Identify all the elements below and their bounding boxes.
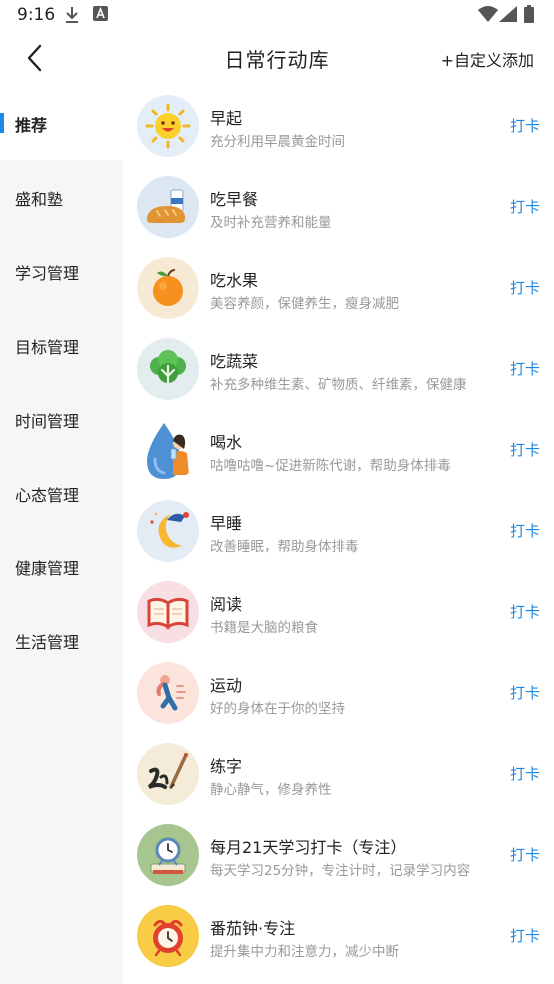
checkin-button[interactable]: 打卡 xyxy=(510,439,540,460)
action-title: 运动 xyxy=(210,676,243,695)
action-title: 每月21天学习打卡（专注） xyxy=(210,838,407,857)
action-desc: 书籍是大脑的粮食 xyxy=(210,620,318,636)
action-desc: 提升集中力和注意力，减少中断 xyxy=(210,944,399,960)
sidebar-item-label: 健康管理 xyxy=(15,559,80,578)
calligraphy-brush-icon xyxy=(137,743,199,805)
study-clock-icon xyxy=(137,824,199,886)
list-item[interactable]: 吃水果 美容养颜，保健养生，瘦身减肥 打卡 xyxy=(123,248,554,329)
wifi-icon xyxy=(478,6,498,26)
checkin-button[interactable]: 打卡 xyxy=(510,925,540,946)
list-item[interactable]: 吃蔬菜 补充多种维生素、矿物质、纤维素，保健康 打卡 xyxy=(123,329,554,410)
checkin-button[interactable]: 打卡 xyxy=(510,763,540,784)
exercise-icon xyxy=(137,662,199,724)
status-bar: 9:16 xyxy=(0,0,554,30)
action-title: 吃水果 xyxy=(210,271,259,290)
sidebar-item-mindset[interactable]: 心态管理 xyxy=(0,456,123,530)
action-desc: 改善睡眠，帮助身体排毒 xyxy=(210,539,359,555)
checkin-button[interactable]: 打卡 xyxy=(510,115,540,136)
orange-icon xyxy=(137,257,199,319)
app-notification-icon xyxy=(93,6,108,25)
checkin-button[interactable]: 打卡 xyxy=(510,520,540,541)
sidebar-item-shenghe[interactable]: 盛和塾 xyxy=(0,160,123,234)
vegetable-icon xyxy=(137,338,199,400)
sidebar-item-label: 时间管理 xyxy=(15,412,80,431)
action-desc: 好的身体在于你的坚持 xyxy=(210,701,345,717)
open-book-icon xyxy=(137,581,199,643)
sidebar-item-label: 生活管理 xyxy=(15,633,80,652)
custom-add-button[interactable]: +自定义添加 xyxy=(441,47,534,71)
action-desc: 美容养颜，保健养生，瘦身减肥 xyxy=(210,296,399,312)
list-item[interactable]: 阅读 书籍是大脑的粮食 打卡 xyxy=(123,572,554,653)
action-desc: 及时补充营养和能量 xyxy=(210,215,332,231)
tomato-clock-icon xyxy=(137,905,199,967)
checkin-button[interactable]: 打卡 xyxy=(510,196,540,217)
list-item[interactable]: 早睡 改善睡眠，帮助身体排毒 打卡 xyxy=(123,491,554,572)
category-sidebar: 推荐 盛和塾 学习管理 目标管理 时间管理 心态管理 健康管理 生活管理 xyxy=(0,86,123,984)
list-item[interactable]: 练字 静心静气，修身养性 打卡 xyxy=(123,734,554,815)
checkin-button[interactable]: 打卡 xyxy=(510,844,540,865)
sidebar-item-label: 目标管理 xyxy=(15,338,80,357)
action-title: 番茄钟·专注 xyxy=(210,919,296,938)
sidebar-item-goal[interactable]: 目标管理 xyxy=(0,308,123,382)
list-item[interactable]: 番茄钟·专注 提升集中力和注意力，减少中断 打卡 xyxy=(123,896,554,977)
sidebar-item-label: 盛和塾 xyxy=(15,190,64,209)
checkin-button[interactable]: 打卡 xyxy=(510,358,540,379)
action-title: 早起 xyxy=(210,109,243,128)
action-desc: 咕噜咕噜~促进新陈代谢，帮助身体排毒 xyxy=(210,458,451,474)
action-desc: 每天学习25分钟，专注计时，记录学习内容 xyxy=(210,863,471,879)
drinking-water-icon xyxy=(137,419,199,481)
action-title: 吃蔬菜 xyxy=(210,352,259,371)
action-desc: 补充多种维生素、矿物质、纤维素，保健康 xyxy=(210,377,467,393)
checkin-button[interactable]: 打卡 xyxy=(510,277,540,298)
action-desc: 静心静气，修身养性 xyxy=(210,782,332,798)
checkin-button[interactable]: 打卡 xyxy=(510,601,540,622)
sun-icon xyxy=(137,95,199,157)
action-desc: 充分利用早晨黄金时间 xyxy=(210,134,345,150)
status-time: 9:16 xyxy=(17,5,56,25)
sidebar-item-label: 学习管理 xyxy=(15,264,80,283)
bread-milk-icon xyxy=(137,176,199,238)
sidebar-item-time[interactable]: 时间管理 xyxy=(0,382,123,456)
sidebar-item-label: 推荐 xyxy=(15,116,48,135)
list-item[interactable]: 早起 充分利用早晨黄金时间 打卡 xyxy=(123,86,554,167)
header: 日常行动库 +自定义添加 xyxy=(0,30,554,86)
action-title: 练字 xyxy=(210,757,243,776)
list-item[interactable]: 喝水 咕噜咕噜~促进新陈代谢，帮助身体排毒 打卡 xyxy=(123,410,554,491)
sidebar-item-health[interactable]: 健康管理 xyxy=(0,529,123,603)
sidebar-item-label: 心态管理 xyxy=(15,486,80,505)
battery-icon xyxy=(524,5,534,27)
moon-sleep-icon xyxy=(137,500,199,562)
sidebar-item-life[interactable]: 生活管理 xyxy=(0,603,123,677)
list-item[interactable]: 运动 好的身体在于你的坚持 打卡 xyxy=(123,653,554,734)
action-title: 喝水 xyxy=(210,433,243,452)
sidebar-item-recommend[interactable]: 推荐 xyxy=(0,86,123,160)
checkin-button[interactable]: 打卡 xyxy=(510,682,540,703)
list-item[interactable]: 吃早餐 及时补充营养和能量 打卡 xyxy=(123,167,554,248)
active-indicator xyxy=(0,113,4,133)
action-title: 阅读 xyxy=(210,595,243,614)
list-item[interactable]: 每月21天学习打卡（专注） 每天学习25分钟，专注计时，记录学习内容 打卡 xyxy=(123,815,554,896)
action-title: 早睡 xyxy=(210,514,243,533)
signal-icon xyxy=(499,6,517,26)
download-icon xyxy=(64,6,80,28)
sidebar-item-study[interactable]: 学习管理 xyxy=(0,234,123,308)
action-title: 吃早餐 xyxy=(210,190,259,209)
